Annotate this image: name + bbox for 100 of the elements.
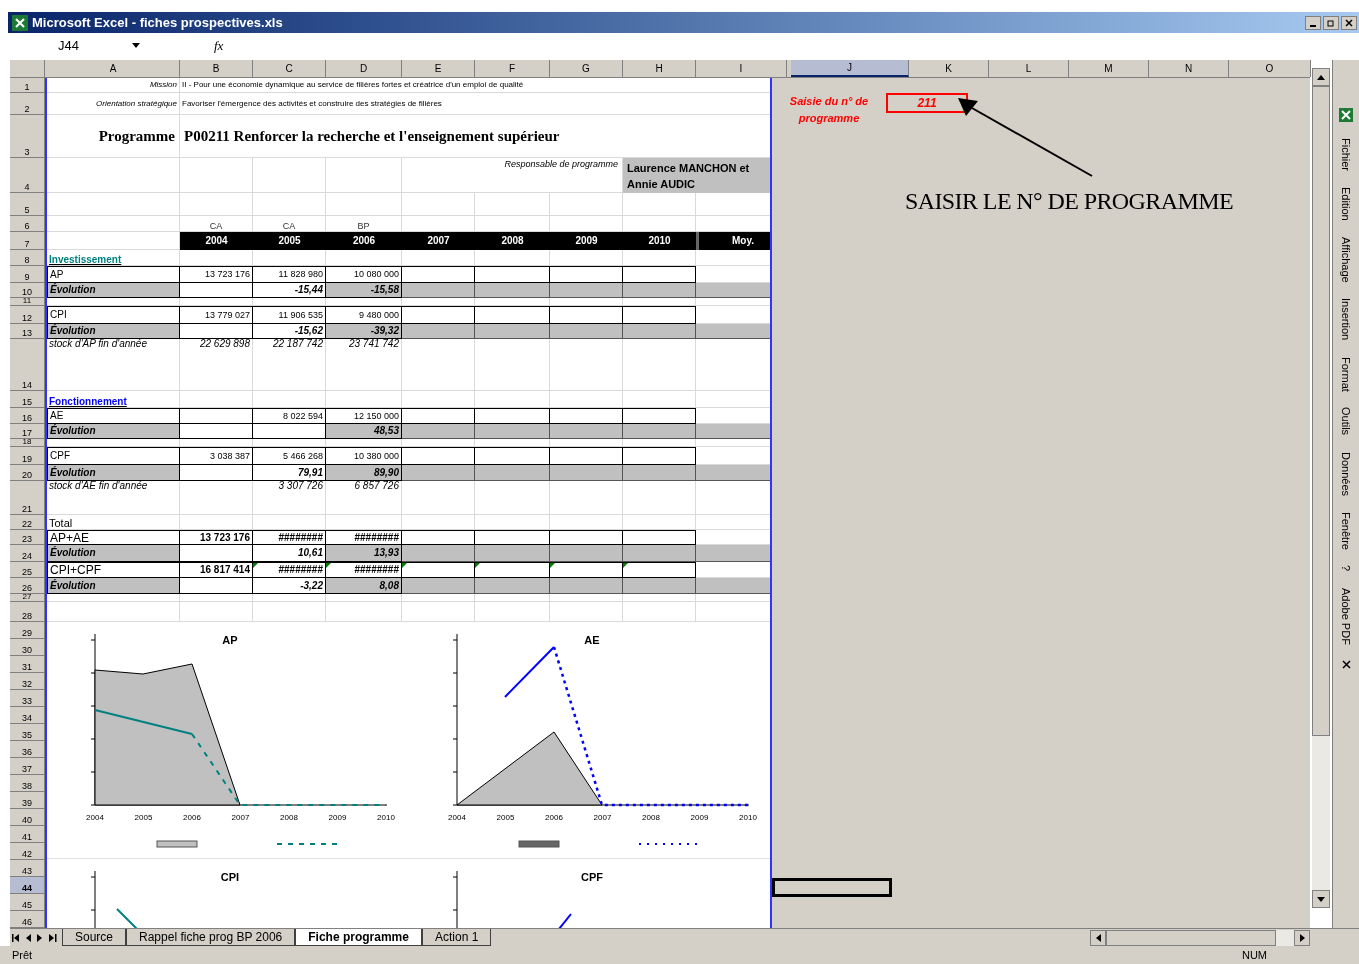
column-header[interactable]: G (550, 60, 623, 77)
selected-cell[interactable] (772, 878, 892, 897)
menu-item[interactable]: Données (1337, 451, 1355, 496)
column-header[interactable]: H (623, 60, 696, 77)
sheet-tab[interactable]: Action 1 (421, 929, 492, 946)
shaded-cell: 8,08 (326, 578, 402, 594)
minimize-button[interactable] (1305, 15, 1321, 30)
shaded-cell: 48,53 (326, 424, 402, 439)
row-label: Orientation stratégique (47, 93, 180, 115)
menu-item[interactable]: Affichage (1337, 236, 1355, 283)
axis-label: 2009 (328, 813, 347, 822)
close-icon (1345, 18, 1353, 27)
row-label: Évolution (47, 283, 180, 298)
row-label: Évolution (47, 578, 180, 594)
column-header[interactable]: C (253, 60, 326, 77)
menu-item[interactable]: ? (1337, 565, 1355, 572)
left-arrow-icon (1095, 933, 1101, 942)
row-label: AP (47, 266, 180, 283)
axis-label: 2008 (641, 813, 660, 822)
table-cell: ######## (253, 530, 326, 545)
column-header[interactable]: J (791, 60, 909, 77)
column-header[interactable]: I (696, 60, 787, 77)
status-text: Prêt (12, 947, 33, 963)
shaded-cell: 13,93 (326, 545, 402, 562)
chart-title: AE (583, 634, 600, 646)
row-label: Total (47, 515, 180, 530)
shaded-cell: -39,32 (326, 324, 402, 339)
table-cell: 12 150 000 (326, 408, 402, 424)
column-header[interactable]: K (909, 60, 989, 77)
year-header: 2009 (550, 232, 623, 250)
section-label: Investissement (47, 250, 180, 266)
menu-item[interactable]: Edition (1337, 187, 1355, 221)
excel-icon (12, 14, 28, 31)
function-button[interactable]: fx (214, 35, 224, 56)
column-header[interactable]: M (1069, 60, 1149, 77)
axis-label: 2005 (496, 813, 514, 822)
table-cell: 22 629 898 (180, 339, 253, 391)
chart-title: AP (222, 634, 238, 646)
column-header[interactable]: D (326, 60, 402, 77)
column-header[interactable]: L (989, 60, 1069, 77)
year-header: 2008 (475, 232, 550, 250)
column-header[interactable]: B (180, 60, 253, 77)
sheet-tab[interactable]: Fiche programme (295, 929, 422, 946)
menu-item[interactable]: Adobe PDF (1337, 587, 1355, 645)
scroll-thumb[interactable] (1106, 929, 1276, 946)
last-sheet-icon[interactable] (46, 932, 58, 943)
restore-icon (1327, 18, 1335, 27)
menu-item[interactable]: Fenêtre (1337, 511, 1355, 550)
axis-label: 2004 (86, 813, 104, 822)
year-header: 2007 (402, 232, 475, 250)
table-cell: -15,62 (253, 324, 326, 339)
table-cell: 8 022 594 (253, 408, 326, 424)
axis-label: 2010 (377, 813, 395, 822)
row-label: Évolution (47, 465, 180, 481)
section-label: Fonctionnement (47, 391, 180, 408)
menu-item[interactable]: Insertion (1337, 298, 1355, 341)
scroll-right-button[interactable] (1294, 929, 1310, 946)
menu-item[interactable]: Format (1337, 356, 1355, 392)
axis-label: 2007 (231, 813, 250, 822)
first-sheet-icon[interactable] (10, 932, 22, 943)
table-cell: 16 817 414 (180, 562, 253, 578)
table-cell: 10 080 000 (326, 266, 402, 283)
table-cell: 22 187 742 (253, 339, 326, 391)
close-icon[interactable] (1341, 660, 1351, 670)
table-cell: ######## (326, 530, 402, 545)
axis-label: 2004 (447, 813, 466, 822)
table-cell: ######## (253, 562, 326, 578)
close-button[interactable] (1341, 15, 1357, 30)
year-header: Moy. (696, 232, 770, 250)
table-cell: 23 741 742 (326, 339, 402, 391)
table-cell: 6 857 726 (326, 481, 402, 515)
scroll-up-button[interactable] (1312, 68, 1330, 86)
name-box[interactable]: J44 (8, 35, 148, 56)
table-cell: -15,44 (253, 283, 326, 298)
year-header: 2005 (253, 232, 326, 250)
column-header[interactable]: N (1149, 60, 1229, 77)
menu-item[interactable]: Fichier (1337, 138, 1355, 171)
column-header[interactable]: O (1229, 60, 1311, 77)
sheet-tab[interactable]: Source (62, 929, 127, 946)
scroll-thumb[interactable] (1312, 86, 1330, 736)
horizontal-scrollbar[interactable] (1090, 929, 1310, 946)
menu-item[interactable]: Outils (1337, 407, 1355, 436)
sheet-tab[interactable]: Rappel fiche prog BP 2006 (126, 929, 296, 946)
scroll-down-button[interactable] (1312, 890, 1330, 908)
chart-title: CPF (580, 871, 603, 883)
vertical-scrollbar[interactable] (1312, 68, 1330, 908)
axis-label: 2006 (544, 813, 563, 822)
column-header[interactable]: E (402, 60, 475, 77)
table-cell: 13 723 176 (180, 530, 253, 545)
column-header[interactable]: F (475, 60, 550, 77)
row-header[interactable]: 44 (10, 877, 45, 894)
axis-label: 2006 (183, 813, 201, 822)
manager-cell: Laurence MANCHON et Annie AUDIC (623, 158, 770, 193)
excel-icon (1339, 108, 1353, 122)
dropdown-icon (132, 43, 140, 48)
axis-label: 2010 (738, 813, 757, 822)
scroll-left-button[interactable] (1090, 929, 1106, 946)
column-header[interactable]: A (47, 60, 180, 77)
restore-button[interactable] (1323, 15, 1339, 30)
input-label: Saisie du n° de programme (788, 94, 870, 126)
